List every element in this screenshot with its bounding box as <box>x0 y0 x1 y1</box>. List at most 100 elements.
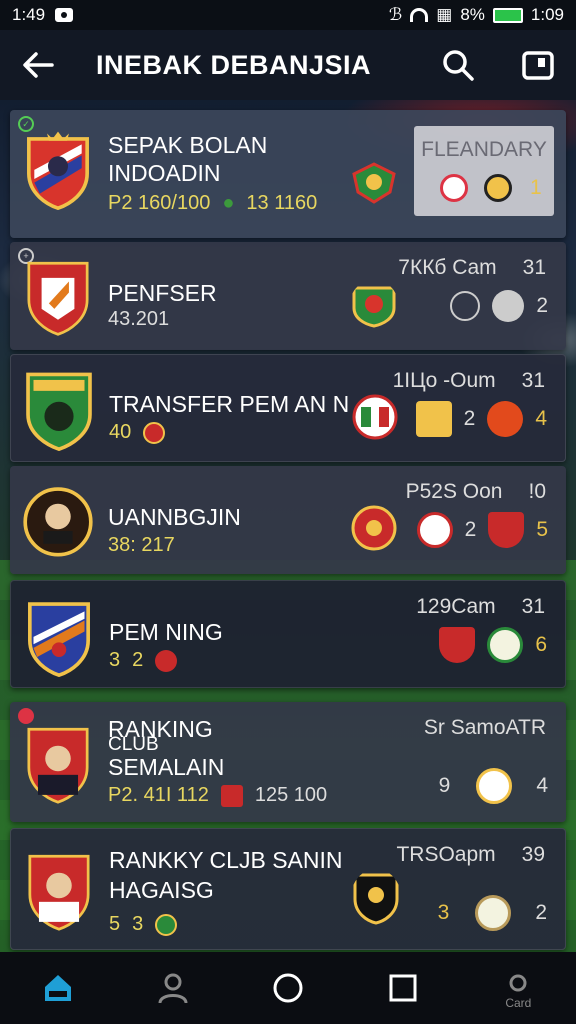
club-stat: 40 <box>109 421 132 443</box>
list-item[interactable]: PEM NING 3 2 129Cam 31 6 <box>10 580 566 688</box>
meta-value: !0 <box>528 480 546 503</box>
club-stats: 43.201 <box>108 308 169 331</box>
club-name: PENFSER <box>108 280 217 306</box>
row-right: 2 <box>450 290 548 322</box>
square-icon <box>389 974 417 1002</box>
club-stats: P2. 41I 112 125 100 <box>108 784 327 807</box>
featured-name-line1: SEPAK BOLAN <box>108 132 268 158</box>
club-badge-icon <box>440 174 468 202</box>
row-right: 2 4 <box>415 401 547 437</box>
club-badge-icon <box>416 512 453 548</box>
share-button[interactable] <box>518 45 558 85</box>
row-mid-value: 9 <box>438 774 451 797</box>
row-right: 3 2 <box>438 895 547 931</box>
club-name: PEM NING <box>109 619 223 645</box>
club-name: UANNBGJIN <box>108 504 241 530</box>
bluetooth-icon: ℬ <box>388 5 403 24</box>
club-badge-icon <box>155 913 178 936</box>
club-badge-icon <box>143 421 166 444</box>
club-badge-icon <box>351 505 397 551</box>
nav-recents[interactable] <box>373 960 433 1016</box>
meta-label: Sr SamoATR <box>423 716 546 739</box>
club-badge-icon <box>352 394 398 440</box>
club-name-line2: HAGAISG <box>109 877 214 903</box>
club-badge-icon <box>476 768 513 804</box>
club-stat: 38: 217 <box>108 534 175 556</box>
club-stat: 3 <box>132 913 144 935</box>
row-value: 6 <box>535 633 547 656</box>
meta-label: P52S Oon <box>405 480 503 503</box>
circle-icon <box>273 973 303 1003</box>
club-crest-icon <box>28 854 90 931</box>
no-entry-icon <box>450 291 481 321</box>
club-stats: 40 <box>109 421 166 444</box>
featured-card[interactable]: ✓ SEPAK BOLAN INDOADIN P2 160/100 ● 13 1… <box>10 110 566 238</box>
battery-icon <box>492 7 523 23</box>
row-right: 2 5 <box>416 512 548 548</box>
club-meta: P52S Oon !0 <box>406 480 546 504</box>
row-value: 2 <box>536 294 548 317</box>
meta-label: 129Cam <box>416 595 496 618</box>
featured-stat-a: P2 160/100 <box>108 192 211 214</box>
nav-profile[interactable] <box>143 960 203 1016</box>
club-crest-icon <box>27 261 89 336</box>
row-right: 9 4 <box>439 768 548 804</box>
nav-home-circle[interactable] <box>258 960 318 1016</box>
status-bar: 1:49 ℬ ▦ 8% 1:09 <box>0 0 576 30</box>
search-icon <box>443 50 474 81</box>
club-stat: 5 <box>109 913 121 935</box>
club-badge-icon <box>492 290 525 322</box>
meta-label: 1ІЦо -Oum <box>392 369 496 392</box>
club-stats: 5 3 <box>109 913 178 936</box>
list-item[interactable]: TRANSFER PEM AN N 40 1ІЦо -Oum 31 2 4 <box>10 354 566 462</box>
club-meta: 1ІЦо -Oum 31 <box>393 369 545 393</box>
app-bar: INEBAK DEBANJSIA <box>0 30 576 100</box>
club-crest-icon <box>28 602 90 677</box>
club-stat: 43.201 <box>108 308 170 330</box>
list-item[interactable]: RANKKY CLJB SANIN HAGAISG 5 3 TRSOapm 39… <box>10 828 566 950</box>
club-badge-icon <box>353 873 399 925</box>
list-item[interactable]: + PENFSER 43.201 7ККб Cam 31 2 <box>10 242 566 350</box>
pitch-ball-icon: ● <box>222 192 235 214</box>
club-meta: 7ККб Cam 31 <box>398 256 546 280</box>
bottom-nav: Card <box>0 952 576 1024</box>
list-item[interactable]: UANNBGJIN 38: 217 P52S Oon !0 2 5 <box>10 466 566 574</box>
featured-stat-b: 13 1160 <box>246 192 318 214</box>
club-name-line1b: CLUB <box>108 734 159 755</box>
club-badge-icon <box>352 162 396 204</box>
meta-label: 7ККб Cam <box>398 256 497 279</box>
club-badge-icon <box>475 895 512 931</box>
list-item[interactable]: RANKING CLUB SEMALAIN P2. 41I 112 125 10… <box>10 702 566 822</box>
page-title: INEBAK DEBANJSIA <box>96 49 372 80</box>
battery-percent: 8% <box>460 5 485 24</box>
back-button[interactable] <box>18 45 58 85</box>
share-box-icon <box>522 51 554 80</box>
featured-name-line2: INDOADIN <box>108 160 221 186</box>
club-stat: 125 100 <box>254 784 328 806</box>
club-crest-icon <box>27 727 89 804</box>
status-time: 1:49 <box>12 5 46 24</box>
club-meta: Sr SamoATR <box>424 716 546 740</box>
nav-card-label: Card <box>505 996 532 1010</box>
row-right: 6 <box>439 627 547 663</box>
wifi-icon <box>410 8 429 22</box>
club-name-line1: RANKKY CLJB SANIN <box>109 847 343 873</box>
row-mid-value: 3 <box>437 901 450 924</box>
nav-home[interactable] <box>28 960 88 1016</box>
row-value: 2 <box>535 901 547 924</box>
row-value: 4 <box>536 774 548 797</box>
back-arrow-icon <box>23 52 54 78</box>
featured-box-value: 1 <box>530 176 542 199</box>
club-badge-icon <box>415 401 452 437</box>
row-value: 4 <box>535 407 547 430</box>
featured-ranking-box[interactable]: FLEANDARY 1 <box>414 126 554 216</box>
club-badge-icon <box>439 627 476 663</box>
person-icon <box>158 973 188 1004</box>
nav-card[interactable]: Card <box>488 960 548 1016</box>
row-mid-value: 2 <box>463 407 476 430</box>
club-badge-icon <box>352 286 396 328</box>
search-button[interactable] <box>438 45 478 85</box>
club-badge-icon <box>220 784 243 807</box>
club-badge-icon <box>488 512 525 548</box>
featured-box-label: FLEANDARY <box>421 138 547 161</box>
